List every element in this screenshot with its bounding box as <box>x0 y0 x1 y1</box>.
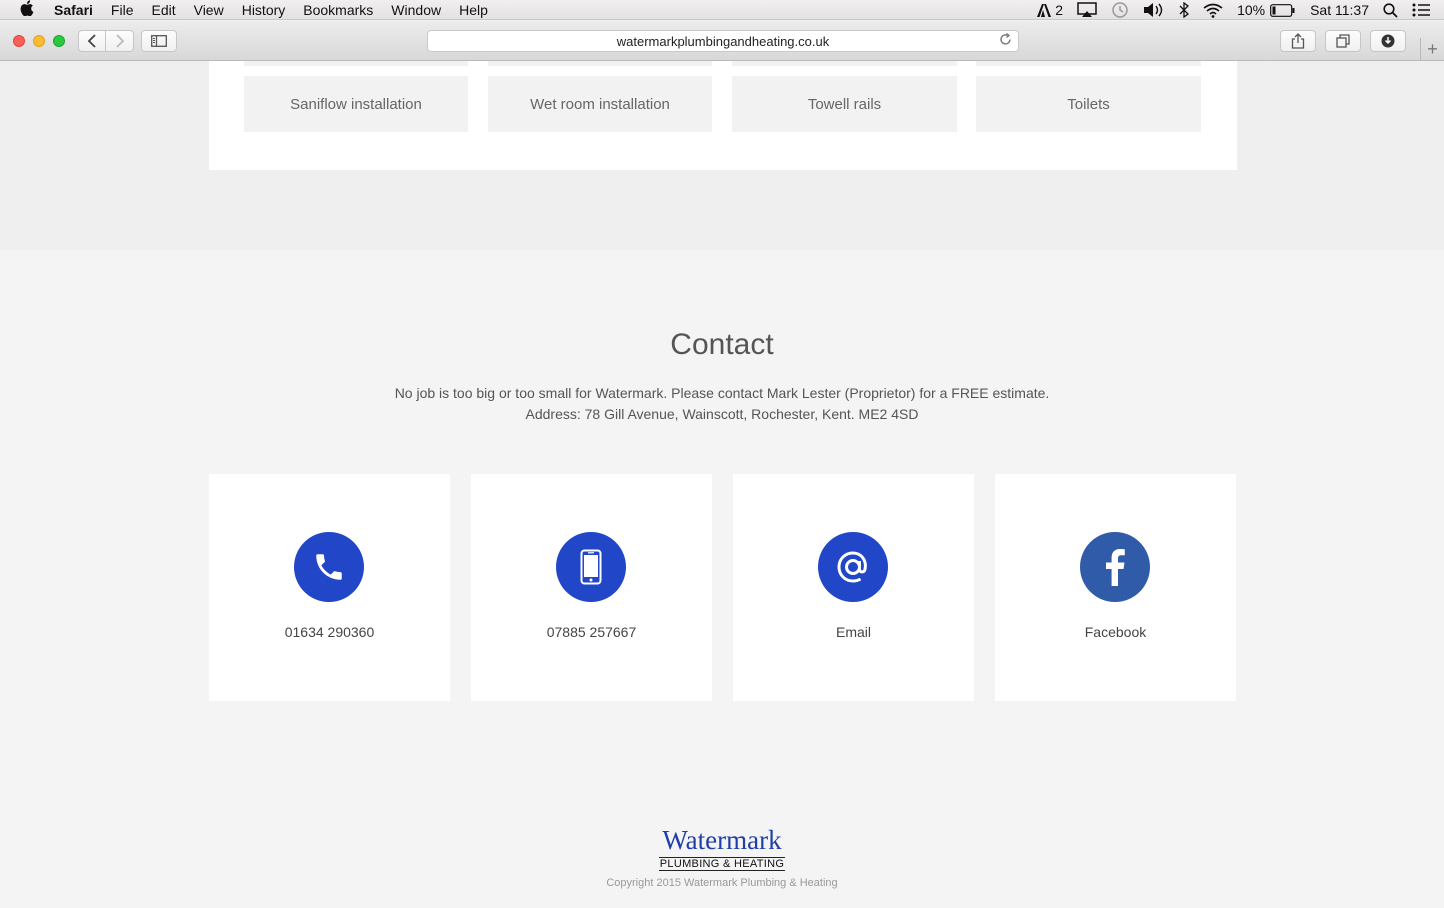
logo-tagline: PLUMBING & HEATING <box>658 857 786 871</box>
minimize-window-button[interactable] <box>33 35 45 47</box>
service-tile-saniflow: Saniflow installation <box>244 76 468 132</box>
sidebar-toggle-button[interactable] <box>141 30 177 52</box>
phone-icon[interactable] <box>294 532 364 602</box>
close-window-button[interactable] <box>13 35 25 47</box>
menu-window[interactable]: Window <box>382 2 450 18</box>
battery-status[interactable]: 10% <box>1237 2 1296 18</box>
contact-address: Address: 78 Gill Avenue, Wainscott, Roch… <box>525 406 919 422</box>
facebook-link[interactable]: Facebook <box>995 624 1236 640</box>
service-tile-towel-rails: Towell rails <box>732 76 957 132</box>
contact-section: Contact No job is too big or too small f… <box>0 250 1444 908</box>
clock[interactable]: Sat 11:37 <box>1310 2 1369 18</box>
footer-logo[interactable]: Watermark PLUMBING & HEATING <box>0 827 1444 872</box>
service-tile-previous-row <box>976 61 1201 66</box>
fullscreen-window-button[interactable] <box>53 35 65 47</box>
service-tile-wet-room: Wet room installation <box>488 76 712 132</box>
contact-description: No job is too big or too small for Water… <box>0 383 1444 425</box>
service-tile-previous-row <box>244 61 468 66</box>
facebook-icon[interactable] <box>1080 532 1150 602</box>
contact-intro: No job is too big or too small for Water… <box>394 385 1050 401</box>
menu-history[interactable]: History <box>233 2 295 18</box>
web-page: Saniflow installation Wet room installat… <box>0 61 1444 908</box>
copyright-text: Copyright 2015 Watermark Plumbing & Heat… <box>606 877 838 889</box>
services-card: Saniflow installation Wet room installat… <box>209 61 1237 170</box>
contact-card-facebook[interactable]: Facebook <box>995 474 1236 701</box>
battery-icon <box>1270 3 1295 17</box>
menu-edit[interactable]: Edit <box>142 2 184 18</box>
share-button[interactable] <box>1280 30 1316 52</box>
browser-toolbar: watermarkplumbingandheating.co.uk + <box>0 21 1444 61</box>
contact-card-mobile[interactable]: 07885 257667 <box>471 474 712 701</box>
back-button[interactable] <box>78 30 106 52</box>
tabs-overview-button[interactable] <box>1325 30 1361 52</box>
menu-bar: Safari File Edit View History Bookmarks … <box>0 0 1444 20</box>
services-section: Saniflow installation Wet room installat… <box>0 61 1444 250</box>
mobile-phone-icon[interactable] <box>556 532 626 602</box>
menu-help[interactable]: Help <box>450 2 497 18</box>
mobile-number[interactable]: 07885 257667 <box>471 624 712 640</box>
tabs-icon <box>1336 34 1350 48</box>
bluetooth-icon[interactable] <box>1179 2 1190 18</box>
window-controls <box>13 35 65 47</box>
forward-button[interactable] <box>106 30 134 52</box>
menu-file[interactable]: File <box>102 2 143 18</box>
url-text: watermarkplumbingandheating.co.uk <box>616 33 830 49</box>
at-sign-icon[interactable] <box>818 532 888 602</box>
menu-bookmarks[interactable]: Bookmarks <box>294 2 382 18</box>
downloads-button[interactable] <box>1370 30 1406 52</box>
plus-icon: + <box>1427 39 1438 59</box>
chevron-left-icon <box>87 34 96 48</box>
menu-app-safari[interactable]: Safari <box>54 2 102 18</box>
service-tile-previous-row <box>488 61 712 66</box>
contact-heading: Contact <box>670 328 774 361</box>
history-nav <box>78 30 134 52</box>
download-icon <box>1381 34 1395 48</box>
chevron-right-icon <box>115 34 124 48</box>
service-tile-toilets: Toilets <box>976 76 1201 132</box>
adobe-status[interactable]: 2 <box>1037 2 1063 18</box>
reload-icon[interactable] <box>999 32 1012 49</box>
time-machine-icon[interactable] <box>1111 1 1129 19</box>
service-tile-previous-row <box>732 61 957 66</box>
wifi-icon[interactable] <box>1203 3 1223 18</box>
share-icon <box>1291 33 1305 49</box>
sidebar-icon <box>151 35 167 47</box>
adobe-count: 2 <box>1055 2 1064 18</box>
notification-center-icon[interactable] <box>1412 3 1430 17</box>
address-bar[interactable]: watermarkplumbingandheating.co.uk <box>427 30 1019 52</box>
status-area: 2 10% Sat 11:37 <box>1037 0 1430 20</box>
contact-card-email[interactable]: Email <box>733 474 974 701</box>
email-link[interactable]: Email <box>733 624 974 640</box>
landline-number[interactable]: 01634 290360 <box>209 624 450 640</box>
airplay-icon[interactable] <box>1077 2 1097 18</box>
contact-card-landline[interactable]: 01634 290360 <box>209 474 450 701</box>
new-tab-button[interactable]: + <box>1420 38 1444 61</box>
logo-wordmark: Watermark <box>662 825 782 855</box>
menu-view[interactable]: View <box>185 2 233 18</box>
volume-icon[interactable] <box>1143 2 1165 18</box>
apple-menu-icon[interactable] <box>0 0 54 20</box>
adobe-icon <box>1037 3 1052 17</box>
spotlight-search-icon[interactable] <box>1383 2 1398 18</box>
battery-percent: 10% <box>1237 2 1266 18</box>
